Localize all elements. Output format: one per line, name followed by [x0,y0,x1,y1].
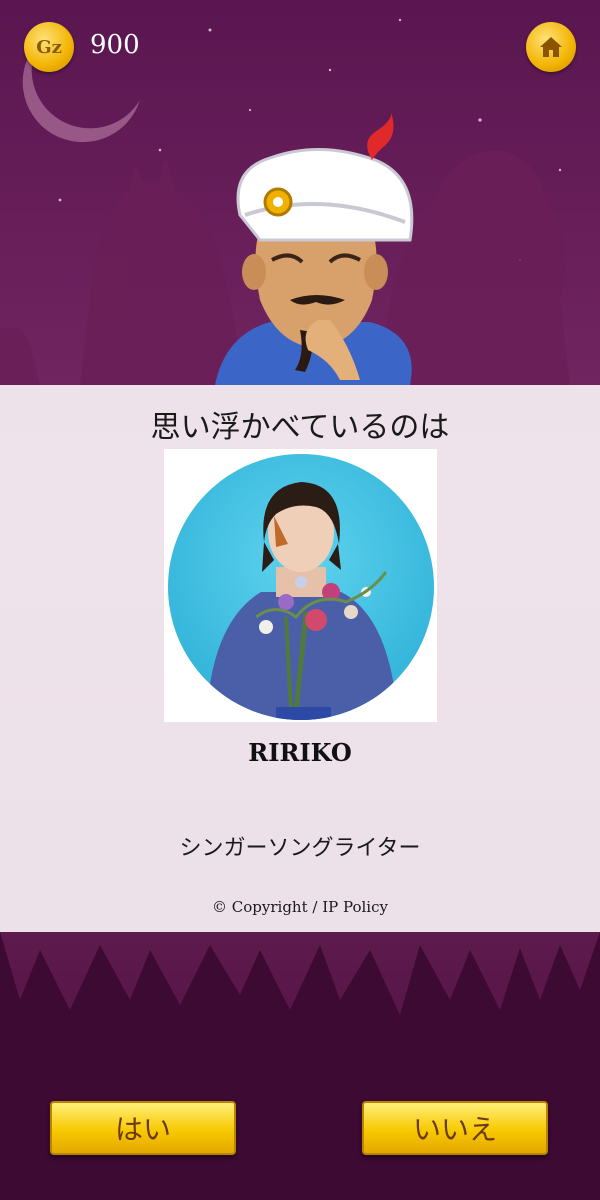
character-photo [168,454,434,720]
gz-coin-icon: Gz [24,22,74,72]
character-name: RIRIKO [248,738,352,767]
copyright-link[interactable]: © Copyright / IP Policy [0,898,600,916]
home-button[interactable] [526,22,576,72]
no-button-label: いいえ [412,1113,497,1146]
no-button[interactable]: いいえ [362,1101,548,1155]
result-title: 思い浮かべているのは [150,410,450,445]
coin-icon-label: Gz [36,36,62,58]
yes-button-label: はい [114,1113,171,1146]
top-bar: Gz 900 [0,0,600,100]
yes-button[interactable]: はい [50,1101,236,1155]
coin-count: 900 [90,30,140,60]
character-description: シンガーソングライター [179,836,421,861]
home-icon [540,37,562,57]
